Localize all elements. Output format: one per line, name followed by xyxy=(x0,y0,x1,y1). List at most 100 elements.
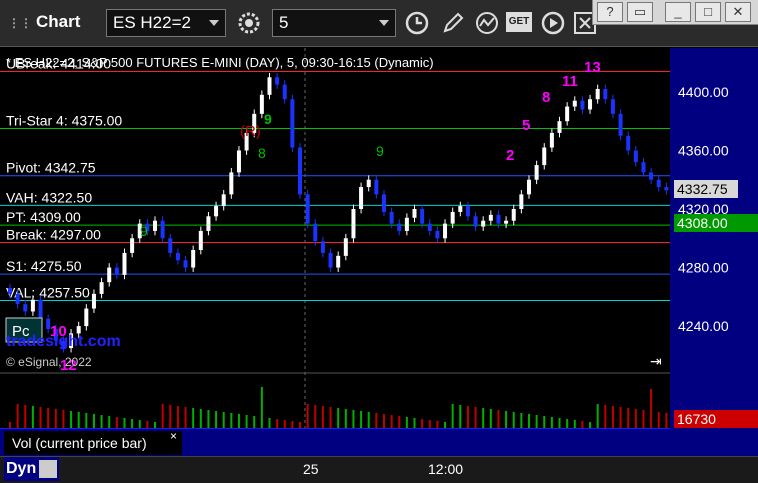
minimize-icon[interactable]: _ xyxy=(665,2,691,22)
indicator-label[interactable]: Vol (current price bar) xyxy=(4,431,182,455)
maximize-icon[interactable]: □ xyxy=(695,2,721,22)
indicator-legend: Vol (current price bar) × xyxy=(0,428,670,457)
app-title: ⋮⋮ Chart xyxy=(8,12,81,31)
volume-bar xyxy=(459,405,462,428)
price-axis-svg: 4400.004360.004320.004280.004240.00 4332… xyxy=(674,84,758,428)
candle-body xyxy=(496,214,501,224)
last-price: 4332.75 xyxy=(677,181,728,197)
volume-bar xyxy=(405,417,408,428)
volume-bar xyxy=(482,408,485,428)
volume-bar xyxy=(352,410,355,428)
chart-header: * ES H22=2, S&P 500 FUTURES E-MINI (DAY)… xyxy=(6,55,434,70)
candle-body xyxy=(30,299,35,312)
candle-body xyxy=(23,304,28,312)
volume-bar xyxy=(398,416,401,428)
reversal-marker: (R) xyxy=(240,123,261,140)
price-chart-svg[interactable]: UBreak: 4414.00Tri-Star 4: 4375.00Pivot:… xyxy=(0,48,670,374)
candle-body xyxy=(336,255,341,268)
close-icon[interactable]: × xyxy=(170,429,177,443)
volume-bar xyxy=(276,419,279,428)
volume-pane[interactable] xyxy=(0,372,670,428)
volume-bar xyxy=(192,408,195,428)
volume-bar xyxy=(360,411,363,428)
axis-tick-label: 4240.00 xyxy=(678,318,729,334)
lock-icon[interactable] xyxy=(39,459,58,478)
candle-body xyxy=(298,147,303,195)
volume-bar xyxy=(382,414,385,428)
candle-body xyxy=(389,211,394,224)
candle-body xyxy=(649,172,654,180)
volume-bar xyxy=(314,405,317,428)
candle-body xyxy=(404,217,409,231)
candle-body xyxy=(8,288,12,294)
candle-body xyxy=(214,206,219,217)
gear-icon[interactable] xyxy=(236,10,262,36)
candle-body xyxy=(534,165,539,180)
candle-body xyxy=(381,194,386,212)
volume-bar xyxy=(421,419,424,428)
candle-body xyxy=(198,230,203,250)
get-data-icon[interactable]: GET xyxy=(506,12,532,32)
candle-body xyxy=(114,267,119,275)
candle-body xyxy=(572,100,577,107)
price-axis[interactable]: 4400.00 4360.00 4320.00 4280.00 4240.00 4332… xyxy=(670,48,758,456)
volume-bar xyxy=(466,406,469,428)
volume-bar xyxy=(47,408,50,428)
volume-bar xyxy=(627,408,630,428)
candle-body xyxy=(267,77,272,95)
grip-icon[interactable]: ⋮⋮ xyxy=(8,16,32,30)
volume-bar xyxy=(474,407,477,428)
candle-body xyxy=(328,252,333,268)
volume-bar xyxy=(100,415,103,428)
close-icon[interactable]: ✕ xyxy=(725,2,751,22)
chevron-down-icon[interactable] xyxy=(209,20,219,26)
candle-body xyxy=(91,293,96,309)
clock-icon[interactable] xyxy=(404,10,430,36)
candle-body xyxy=(313,223,318,242)
candle-body xyxy=(175,252,180,261)
candle-body xyxy=(443,223,448,239)
candle-body xyxy=(122,252,127,275)
volume-bar xyxy=(169,405,172,428)
candle-body xyxy=(656,179,661,188)
volume-bar xyxy=(123,418,126,428)
candle-body xyxy=(191,249,196,268)
volume-bar xyxy=(207,410,210,428)
chevron-down-icon[interactable] xyxy=(379,20,389,26)
candle-body xyxy=(320,241,325,253)
symbol-input[interactable]: ES H22=2 xyxy=(106,9,226,37)
price-chart[interactable]: UBreak: 4414.00 Tri-Star 4: 4375.00 Pivot:… xyxy=(0,48,670,374)
candle-body xyxy=(366,179,371,188)
restore-icon[interactable]: ▭ xyxy=(627,2,653,22)
study-icon[interactable] xyxy=(474,10,500,36)
volume-bar xyxy=(596,404,599,428)
dynamic-mode[interactable]: Dyn xyxy=(4,457,60,481)
symbol-value: ES H22=2 xyxy=(113,13,191,32)
candle-body xyxy=(107,267,112,283)
time-axis[interactable]: Dyn 25 12:00 xyxy=(0,456,758,483)
interval-input[interactable]: 5 xyxy=(272,9,396,37)
candle-body xyxy=(458,206,463,212)
volume-bar xyxy=(138,420,141,428)
volume-bar xyxy=(199,409,202,428)
axis-tick-label: 4400.00 xyxy=(678,84,729,100)
candle-body xyxy=(343,238,348,256)
volume-bar xyxy=(77,412,80,428)
volume-bar xyxy=(665,413,668,428)
volume-bar xyxy=(619,407,622,428)
play-icon[interactable] xyxy=(540,10,566,36)
volume-bar xyxy=(337,408,340,428)
copyright: © eSignal, 2022 xyxy=(6,355,92,369)
volume-bar xyxy=(527,414,530,428)
candle-body xyxy=(236,150,241,173)
help-button[interactable]: ? xyxy=(597,2,623,22)
candle-body xyxy=(38,299,43,319)
scroll-end-icon[interactable]: ⇥ xyxy=(650,353,662,369)
volume-bar xyxy=(161,404,164,428)
volume-bar xyxy=(230,413,233,428)
candle-body xyxy=(526,179,531,195)
watermark: tradesight.com xyxy=(6,333,121,350)
pencil-icon[interactable] xyxy=(440,10,466,36)
volume-bar xyxy=(131,419,134,428)
window-controls: ? ▭ _ □ ✕ xyxy=(592,0,758,25)
